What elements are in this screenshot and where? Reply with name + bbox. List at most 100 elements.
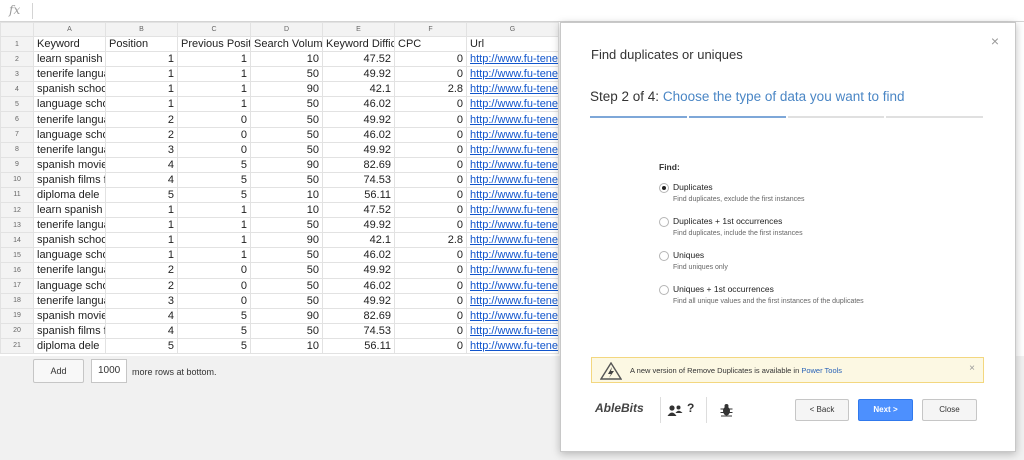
table-cell[interactable]: 0: [177, 277, 251, 294]
url-link[interactable]: http://www.fu-tenerife: [466, 262, 559, 279]
table-cell[interactable]: 0: [177, 262, 251, 279]
column-header[interactable]: G: [466, 22, 559, 37]
table-cell[interactable]: 0: [394, 66, 467, 83]
row-number[interactable]: 1: [0, 35, 34, 53]
table-cell[interactable]: 2.8: [394, 81, 467, 98]
table-cell[interactable]: 0: [394, 111, 467, 128]
table-cell[interactable]: 5: [177, 307, 251, 324]
table-cell[interactable]: 49.92: [322, 292, 395, 309]
url-link[interactable]: http://www.fu-tenerife: [466, 96, 559, 113]
url-link[interactable]: http://www.fu-tenerife: [466, 322, 559, 339]
row-number[interactable]: 6: [0, 111, 34, 128]
table-cell[interactable]: 50: [250, 126, 323, 143]
table-cell[interactable]: 5: [177, 171, 251, 188]
table-cell[interactable]: tenerife language: [33, 66, 106, 83]
table-cell[interactable]: 0: [394, 186, 467, 204]
row-number[interactable]: 19: [0, 307, 34, 324]
table-cell[interactable]: 90: [250, 307, 323, 324]
url-link[interactable]: http://www.fu-tenerife: [466, 186, 559, 204]
row-number[interactable]: 2: [0, 51, 34, 68]
table-cell[interactable]: 50: [250, 171, 323, 188]
table-cell[interactable]: 56.11: [322, 186, 395, 204]
table-cell[interactable]: 1: [177, 96, 251, 113]
table-cell[interactable]: 74.53: [322, 322, 395, 339]
table-cell[interactable]: 0: [394, 277, 467, 294]
table-cell[interactable]: 47.52: [322, 51, 395, 68]
row-number[interactable]: 9: [0, 156, 34, 173]
header-cell[interactable]: CPC: [394, 35, 467, 53]
table-cell[interactable]: 50: [250, 262, 323, 279]
row-number[interactable]: 11: [0, 186, 34, 204]
table-cell[interactable]: 82.69: [322, 307, 395, 324]
table-cell[interactable]: learn spanish in t: [33, 202, 106, 219]
table-cell[interactable]: 49.92: [322, 66, 395, 83]
table-cell[interactable]: 0: [394, 262, 467, 279]
header-cell[interactable]: Url: [466, 35, 559, 53]
table-cell[interactable]: tenerife language: [33, 217, 106, 234]
row-number[interactable]: 7: [0, 126, 34, 143]
table-cell[interactable]: 1: [177, 202, 251, 219]
table-cell[interactable]: 1: [177, 232, 251, 249]
next-button[interactable]: Next >: [858, 399, 913, 421]
corner-cell[interactable]: [0, 22, 34, 37]
column-header[interactable]: B: [105, 22, 178, 37]
table-cell[interactable]: tenerife language: [33, 141, 106, 158]
table-cell[interactable]: 0: [394, 202, 467, 219]
column-header[interactable]: F: [394, 22, 467, 37]
url-link[interactable]: http://www.fu-tenerife: [466, 141, 559, 158]
table-cell[interactable]: 2.8: [394, 232, 467, 249]
table-cell[interactable]: 0: [394, 307, 467, 324]
row-number[interactable]: 13: [0, 217, 34, 234]
table-cell[interactable]: 50: [250, 292, 323, 309]
row-number[interactable]: 5: [0, 96, 34, 113]
header-cell[interactable]: Keyword: [33, 35, 106, 53]
table-cell[interactable]: spanish films for: [33, 171, 106, 188]
table-cell[interactable]: 10: [250, 202, 323, 219]
table-cell[interactable]: 5: [177, 156, 251, 173]
table-cell[interactable]: 1: [177, 247, 251, 264]
url-link[interactable]: http://www.fu-tenerife: [466, 111, 559, 128]
table-cell[interactable]: 50: [250, 277, 323, 294]
table-cell[interactable]: 1: [105, 217, 178, 234]
table-cell[interactable]: 1: [105, 96, 178, 113]
close-icon[interactable]: ×: [991, 33, 999, 49]
table-cell[interactable]: 4: [105, 307, 178, 324]
row-number[interactable]: 4: [0, 81, 34, 98]
table-cell[interactable]: 0: [394, 156, 467, 173]
column-header[interactable]: E: [322, 22, 395, 37]
table-cell[interactable]: language school: [33, 126, 106, 143]
url-link[interactable]: http://www.fu-tenerife: [466, 202, 559, 219]
column-header[interactable]: D: [250, 22, 323, 37]
table-cell[interactable]: 10: [250, 337, 323, 354]
table-cell[interactable]: 46.02: [322, 247, 395, 264]
table-cell[interactable]: 2: [105, 262, 178, 279]
table-cell[interactable]: 4: [105, 322, 178, 339]
row-number[interactable]: 3: [0, 66, 34, 83]
table-cell[interactable]: 0: [394, 292, 467, 309]
radio-button[interactable]: [659, 183, 669, 193]
table-cell[interactable]: 0: [394, 126, 467, 143]
rows-count-input[interactable]: 1000: [91, 359, 127, 383]
table-cell[interactable]: 47.52: [322, 202, 395, 219]
table-cell[interactable]: 1: [105, 51, 178, 68]
header-cell[interactable]: Position: [105, 35, 178, 53]
table-cell[interactable]: 50: [250, 111, 323, 128]
row-number[interactable]: 18: [0, 292, 34, 309]
table-cell[interactable]: spanish movie fo: [33, 307, 106, 324]
power-tools-link[interactable]: Power Tools: [801, 366, 842, 375]
table-cell[interactable]: 49.92: [322, 111, 395, 128]
table-cell[interactable]: 1: [177, 51, 251, 68]
url-link[interactable]: http://www.fu-tenerife: [466, 277, 559, 294]
table-cell[interactable]: tenerife language: [33, 292, 106, 309]
table-cell[interactable]: 50: [250, 66, 323, 83]
url-link[interactable]: http://www.fu-tenerife: [466, 337, 559, 354]
table-cell[interactable]: 90: [250, 232, 323, 249]
url-link[interactable]: http://www.fu-tenerife: [466, 81, 559, 98]
table-cell[interactable]: 49.92: [322, 217, 395, 234]
table-cell[interactable]: 5: [105, 337, 178, 354]
table-cell[interactable]: 0: [394, 247, 467, 264]
table-cell[interactable]: 1: [177, 66, 251, 83]
table-cell[interactable]: 1: [105, 81, 178, 98]
table-cell[interactable]: 0: [394, 96, 467, 113]
url-link[interactable]: http://www.fu-tenerife: [466, 171, 559, 188]
